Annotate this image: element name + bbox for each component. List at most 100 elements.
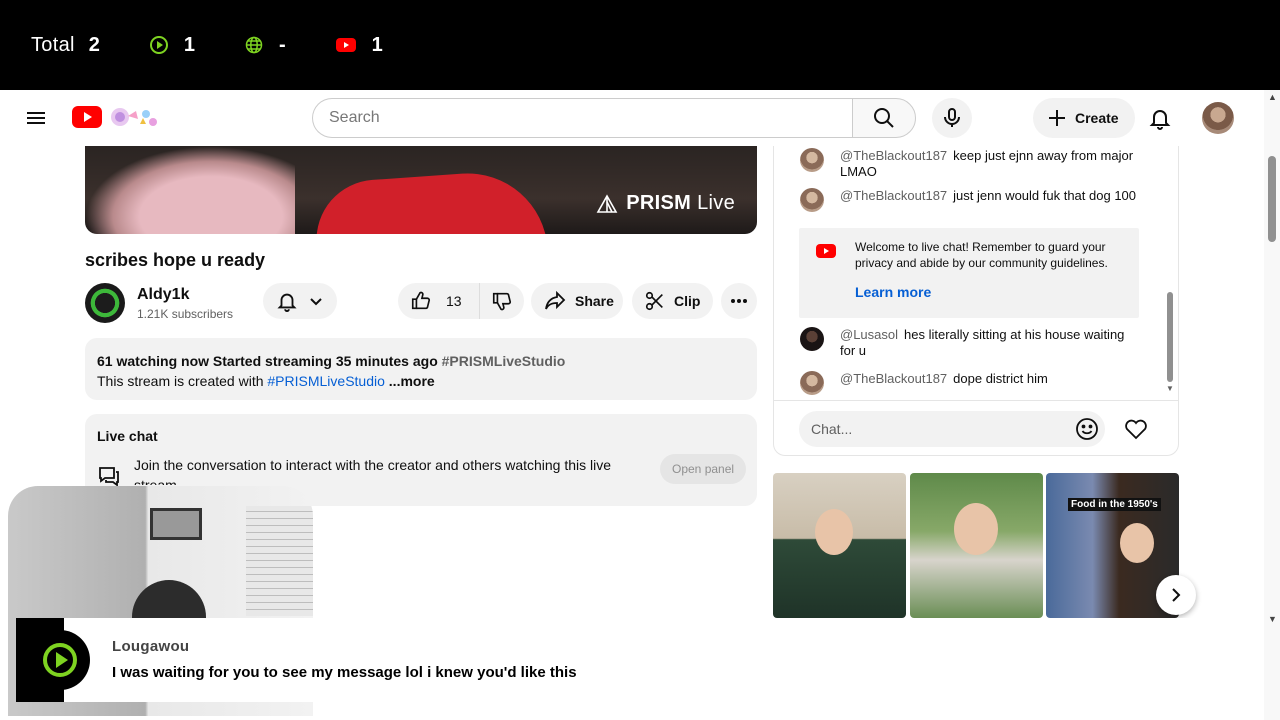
bell-icon (1149, 110, 1171, 130)
chevron-down-icon (310, 298, 322, 306)
chat-scrollbar[interactable] (1167, 292, 1173, 382)
watching-count: 61 watching now (97, 353, 210, 369)
thumbnail-caption: Food in the 1950's (1068, 498, 1161, 511)
notification-username: Lougawou (112, 638, 190, 655)
play-icon (30, 630, 90, 690)
chat-notification-overlay: Lougawou I was waiting for you to see my… (16, 618, 1264, 702)
welcome-text: Welcome to live chat! Remember to guard … (855, 240, 1108, 270)
show-more-link[interactable]: ...more (385, 373, 435, 389)
video-frame-content (312, 168, 548, 234)
scroll-down-icon[interactable]: ▼ (1268, 614, 1277, 624)
search-icon (874, 108, 894, 128)
search-button[interactable] (852, 98, 916, 138)
chat-author-avatar[interactable] (800, 148, 824, 172)
bell-icon (277, 293, 297, 312)
chat-author-avatar[interactable] (800, 327, 824, 351)
description-link[interactable]: #PRISMLiveStudio (267, 373, 385, 389)
live-chat-panel: @TheBlackout187 keep just ejnn away from … (773, 146, 1179, 456)
shelf-next-button[interactable] (1156, 575, 1196, 615)
play-stat: 1 (149, 33, 195, 57)
chat-input-row (774, 400, 1178, 455)
chat-author[interactable]: @TheBlackout187 (840, 371, 947, 386)
stream-started: Started streaming 35 minutes ago (212, 353, 438, 369)
clip-button[interactable]: Clip (632, 283, 713, 319)
masthead: Create (0, 90, 1264, 146)
description-stats-line: 61 watching now Started streaming 35 min… (97, 351, 745, 371)
globe-stat: - (245, 34, 286, 57)
shorts-thumbnail[interactable] (910, 473, 1043, 618)
total-label: Total (31, 33, 75, 56)
share-button[interactable]: Share (531, 283, 623, 319)
channel-name[interactable]: Aldy1k (137, 286, 233, 304)
chat-message-text: dope district him (953, 371, 1048, 386)
chat-scroll-down-icon[interactable]: ▼ (1166, 384, 1174, 393)
chat-author[interactable]: @TheBlackout187 (840, 188, 947, 203)
like-count: 13 (446, 293, 462, 309)
like-dislike-group: 13 (398, 283, 524, 319)
youtube-logo-icon[interactable] (72, 106, 102, 133)
webcam-picture-frame (150, 508, 202, 540)
learn-more-link[interactable]: Learn more (855, 284, 931, 300)
dislike-button[interactable] (480, 283, 524, 319)
globe-value: - (279, 33, 286, 56)
play-value: 1 (183, 33, 195, 56)
subscriber-count: 1.21K subscribers (137, 306, 234, 321)
account-avatar[interactable] (1202, 102, 1234, 134)
doodle-icon[interactable] (106, 102, 162, 137)
subscription-notification-button[interactable] (263, 283, 337, 319)
thumbnail-image (815, 509, 853, 555)
screen: Total 2 1 - 1 Search Create PRISM Live s… (0, 0, 1280, 720)
scissors-icon (645, 291, 663, 311)
stream-stats-bar: Total 2 1 - 1 (0, 0, 1280, 90)
chat-message: @TheBlackout187 dope district him (800, 371, 1140, 395)
prism-live: Live (697, 192, 735, 214)
plus-icon (1049, 110, 1065, 126)
search-input[interactable] (312, 98, 852, 138)
microphone-icon (944, 108, 960, 127)
chat-welcome-banner: Welcome to live chat! Remember to guard … (799, 228, 1139, 318)
notifications-button[interactable] (1140, 98, 1180, 138)
search-bar (312, 98, 916, 138)
total-stat: Total 2 (31, 34, 100, 57)
chat-author[interactable]: @TheBlackout187 (840, 148, 947, 163)
notification-message: I was waiting for you to see my message … (112, 664, 577, 681)
open-panel-button[interactable]: Open panel (660, 454, 747, 484)
scroll-up-icon[interactable]: ▲ (1268, 92, 1277, 102)
video-player[interactable]: PRISM Live (85, 146, 757, 234)
more-actions-button[interactable] (721, 283, 757, 319)
chat-message-text: just jenn would fuk that dog 100 (953, 188, 1137, 203)
more-horizontal-icon (731, 299, 747, 303)
channel-owner: Aldy1k 1.21K subscribers (85, 283, 233, 323)
menu-icon[interactable] (22, 104, 50, 132)
chat-author-avatar[interactable] (800, 371, 824, 395)
chat-author[interactable]: @Lusasol (840, 327, 898, 342)
like-button[interactable]: 13 (398, 283, 480, 319)
share-label: Share (575, 293, 614, 309)
clip-label: Clip (674, 293, 701, 309)
voice-search-button[interactable] (932, 98, 972, 138)
page-scrollbar[interactable]: ▲ ▼ (1264, 90, 1280, 720)
globe-icon (245, 36, 263, 54)
chat-author-avatar[interactable] (800, 188, 824, 212)
description-text-line: This stream is created with #PRISMLiveSt… (97, 371, 745, 391)
prism-live-watermark: PRISM Live (596, 192, 735, 215)
emoji-icon[interactable] (1074, 416, 1100, 447)
prism-logo-icon (596, 193, 618, 213)
thumbs-down-icon (492, 292, 512, 311)
video-title: scribes hope u ready (85, 250, 266, 270)
create-button[interactable]: Create (1033, 98, 1135, 138)
shorts-thumbnail[interactable] (773, 473, 906, 618)
heart-icon[interactable] (1123, 416, 1149, 447)
description-hashtag[interactable]: #PRISMLiveStudio (442, 353, 566, 369)
create-label: Create (1075, 110, 1119, 126)
description-box[interactable]: 61 watching now Started streaming 35 min… (85, 338, 757, 400)
channel-text: Aldy1k 1.21K subscribers (137, 286, 233, 321)
channel-avatar[interactable] (85, 283, 125, 323)
chat-message: @TheBlackout187 keep just ejnn away from … (800, 148, 1140, 180)
youtube-icon (335, 38, 356, 52)
page-scrollbar-thumb[interactable] (1268, 156, 1276, 242)
chat-input[interactable] (799, 411, 1105, 447)
youtube-value: 1 (371, 33, 383, 56)
notification-platform (30, 618, 98, 702)
shorts-shelf: Food in the 1950's (773, 473, 1179, 618)
